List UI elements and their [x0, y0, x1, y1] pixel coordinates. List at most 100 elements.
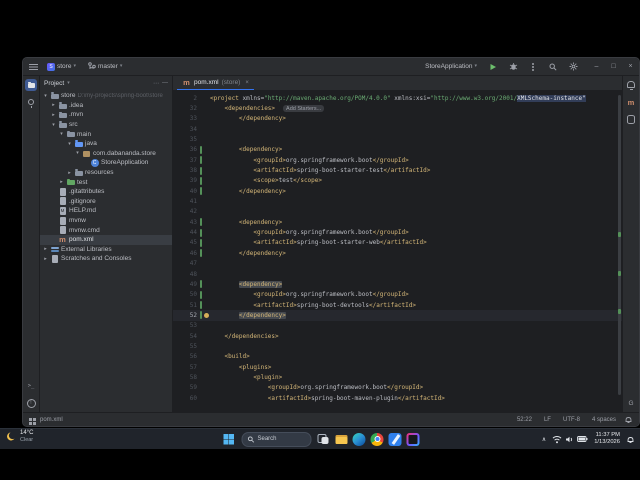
expand-arrow-icon[interactable]: ▸ [59, 179, 64, 185]
taskbar-clock[interactable]: 11:37 PM 1/13/2026 [594, 432, 620, 446]
code-line-57[interactable]: 57 <plugins> [173, 362, 622, 372]
file-encoding[interactable]: UTF-8 [559, 417, 584, 423]
tree-item-.gitattributes[interactable]: .gitattributes [40, 187, 172, 197]
code-line-47[interactable]: 47 [173, 259, 622, 269]
code-line-49[interactable]: 49 <dependency> [173, 279, 622, 289]
tree-item-.mvn[interactable]: ▸ .mvn [40, 110, 172, 120]
notifications-icon[interactable] [625, 79, 637, 91]
maven-icon[interactable] [625, 96, 637, 108]
code-line-43[interactable]: 43 <dependency> [173, 217, 622, 227]
code-line-40[interactable]: 40 </dependency> [173, 186, 622, 196]
code-line-34[interactable]: 34 [173, 124, 622, 134]
more-horizontal-icon[interactable]: ⋯ [153, 80, 159, 87]
edge-icon[interactable] [352, 432, 366, 446]
minimize-button[interactable]: – [588, 58, 605, 75]
code-line-48[interactable]: 48 [173, 269, 622, 279]
code-line-35[interactable]: 35 [173, 134, 622, 144]
intention-bulb-icon[interactable] [204, 312, 209, 318]
weather-widget[interactable]: 14°C Clear [5, 430, 33, 443]
tree-item-src[interactable]: ▾ src [40, 120, 172, 130]
tree-item-java[interactable]: ▾ java [40, 139, 172, 149]
code-line-39[interactable]: 39 <scope>test</scope> [173, 176, 622, 186]
tray-status-icons[interactable] [552, 435, 588, 444]
tree-item-test[interactable]: ▸ test [40, 177, 172, 187]
vscode-icon[interactable] [388, 432, 402, 446]
expand-arrow-icon[interactable]: ▾ [43, 93, 48, 99]
code-line-60[interactable]: 60 <artifactId>spring-boot-maven-plugin<… [173, 393, 622, 403]
code-line-44[interactable]: 44 <groupId>org.springframework.boot</gr… [173, 227, 622, 237]
code-line-41[interactable]: 41 [173, 196, 622, 206]
tree-item-HELP.md[interactable]: HELP.md [40, 206, 172, 216]
tree-item-Scratches and Consoles[interactable]: ▸ Scratches and Consoles [40, 254, 172, 264]
code-line-56[interactable]: 56 <build> [173, 352, 622, 362]
code-line-45[interactable]: 45 <artifactId>spring-boot-starter-web</… [173, 238, 622, 248]
database-icon[interactable] [625, 113, 637, 125]
expand-arrow-icon[interactable]: ▾ [51, 122, 56, 128]
add-starters-inlay[interactable]: Add Starters... [283, 105, 325, 113]
expand-arrow-icon[interactable]: ▸ [51, 102, 56, 108]
more-actions-button[interactable] [526, 60, 540, 73]
file-explorer-icon[interactable] [335, 433, 348, 446]
code-editor[interactable]: 2 <project xmlns="http://maven.apache.org… [173, 91, 622, 412]
code-line-59[interactable]: 59 <groupId>org.springframework.boot</gr… [173, 383, 622, 393]
tab-pom-xml[interactable]: pom.xml (store) × [177, 76, 254, 90]
line-separator[interactable]: LF [540, 417, 555, 423]
commit-icon[interactable] [25, 96, 37, 108]
debug-button[interactable] [506, 60, 520, 73]
hidden-icons-chevron[interactable]: ∧ [542, 436, 546, 443]
tab-close-icon[interactable]: × [245, 80, 249, 86]
code-line-2[interactable]: 2 <project xmlns="http://maven.apache.org… [173, 93, 622, 103]
code-line-51[interactable]: 51 <artifactId>spring-boot-devtools</art… [173, 300, 622, 310]
chrome-icon[interactable] [370, 432, 384, 446]
tool-window-layout-icon[interactable] [29, 418, 32, 421]
code-line-54[interactable]: 54 </dependencies> [173, 331, 622, 341]
expand-arrow-icon[interactable]: ▾ [67, 141, 72, 147]
project-icon[interactable] [25, 79, 37, 91]
intellij-icon[interactable] [406, 432, 420, 446]
expand-arrow-icon[interactable]: ▸ [43, 256, 48, 262]
code-line-32[interactable]: 32 <dependencies> Add Starters... [173, 103, 622, 113]
caret-position[interactable]: 52:22 [513, 417, 536, 423]
tree-item-.idea[interactable]: ▸ .idea [40, 101, 172, 111]
expand-arrow-icon[interactable]: ▾ [75, 150, 80, 156]
tree-item-resources[interactable]: ▸ resources [40, 168, 172, 178]
task-view-icon[interactable] [317, 433, 330, 446]
code-line-50[interactable]: 50 <groupId>org.springframework.boot</gr… [173, 290, 622, 300]
taskbar-search[interactable]: Search [241, 431, 312, 447]
expand-arrow-icon[interactable]: ▸ [43, 246, 48, 252]
code-line-36[interactable]: 36 <dependency> [173, 145, 622, 155]
main-menu-icon[interactable] [29, 63, 38, 70]
code-line-42[interactable]: 42 [173, 207, 622, 217]
tree-item-com.dabananda.store[interactable]: ▾ com.dabananda.store [40, 149, 172, 159]
code-line-38[interactable]: 38 <artifactId>spring-boot-starter-test<… [173, 165, 622, 175]
project-widget[interactable]: S store ▾ [44, 62, 79, 72]
indent-style[interactable]: 4 spaces [588, 417, 620, 423]
project-panel-header[interactable]: Project ▾ ⋯ — [40, 76, 172, 90]
tree-item-External Libraries[interactable]: ▸ External Libraries [40, 245, 172, 255]
git-branch-widget[interactable]: master ▾ [85, 61, 125, 72]
gradle-icon[interactable] [625, 397, 637, 409]
search-everywhere-button[interactable] [546, 60, 560, 73]
tree-item-main[interactable]: ▾ main [40, 129, 172, 139]
code-line-58[interactable]: 58 <plugin> [173, 372, 622, 382]
code-line-46[interactable]: 46 </dependency> [173, 248, 622, 258]
problems-icon[interactable] [25, 397, 37, 409]
expand-arrow-icon[interactable]: ▸ [51, 112, 56, 118]
code-line-52[interactable]: 52 </dependency> [173, 310, 622, 321]
run-button[interactable] [486, 60, 500, 73]
expand-arrow-icon[interactable]: ▾ [59, 131, 64, 137]
code-line-33[interactable]: 33 </dependency> [173, 114, 622, 124]
start-button[interactable] [221, 431, 237, 447]
tree-item-StoreApplication[interactable]: StoreApplication [40, 158, 172, 168]
code-line-37[interactable]: 37 <groupId>org.springframework.boot</gr… [173, 155, 622, 165]
tree-item-mvnw.cmd[interactable]: mvnw.cmd [40, 225, 172, 235]
tree-item-.gitignore[interactable]: .gitignore [40, 197, 172, 207]
notifications-bell-icon[interactable] [624, 415, 633, 424]
tree-item-store[interactable]: ▾ store D:\my-projects\spring-boot\store [40, 91, 172, 101]
terminal-icon[interactable] [25, 380, 37, 392]
tree-item-pom.xml[interactable]: pom.xml [40, 234, 172, 245]
notification-center-icon[interactable] [626, 435, 635, 444]
code-line-55[interactable]: 55 [173, 341, 622, 351]
run-config-widget[interactable]: StoreApplication ▾ [422, 62, 480, 71]
hide-panel-icon[interactable]: — [162, 80, 168, 86]
